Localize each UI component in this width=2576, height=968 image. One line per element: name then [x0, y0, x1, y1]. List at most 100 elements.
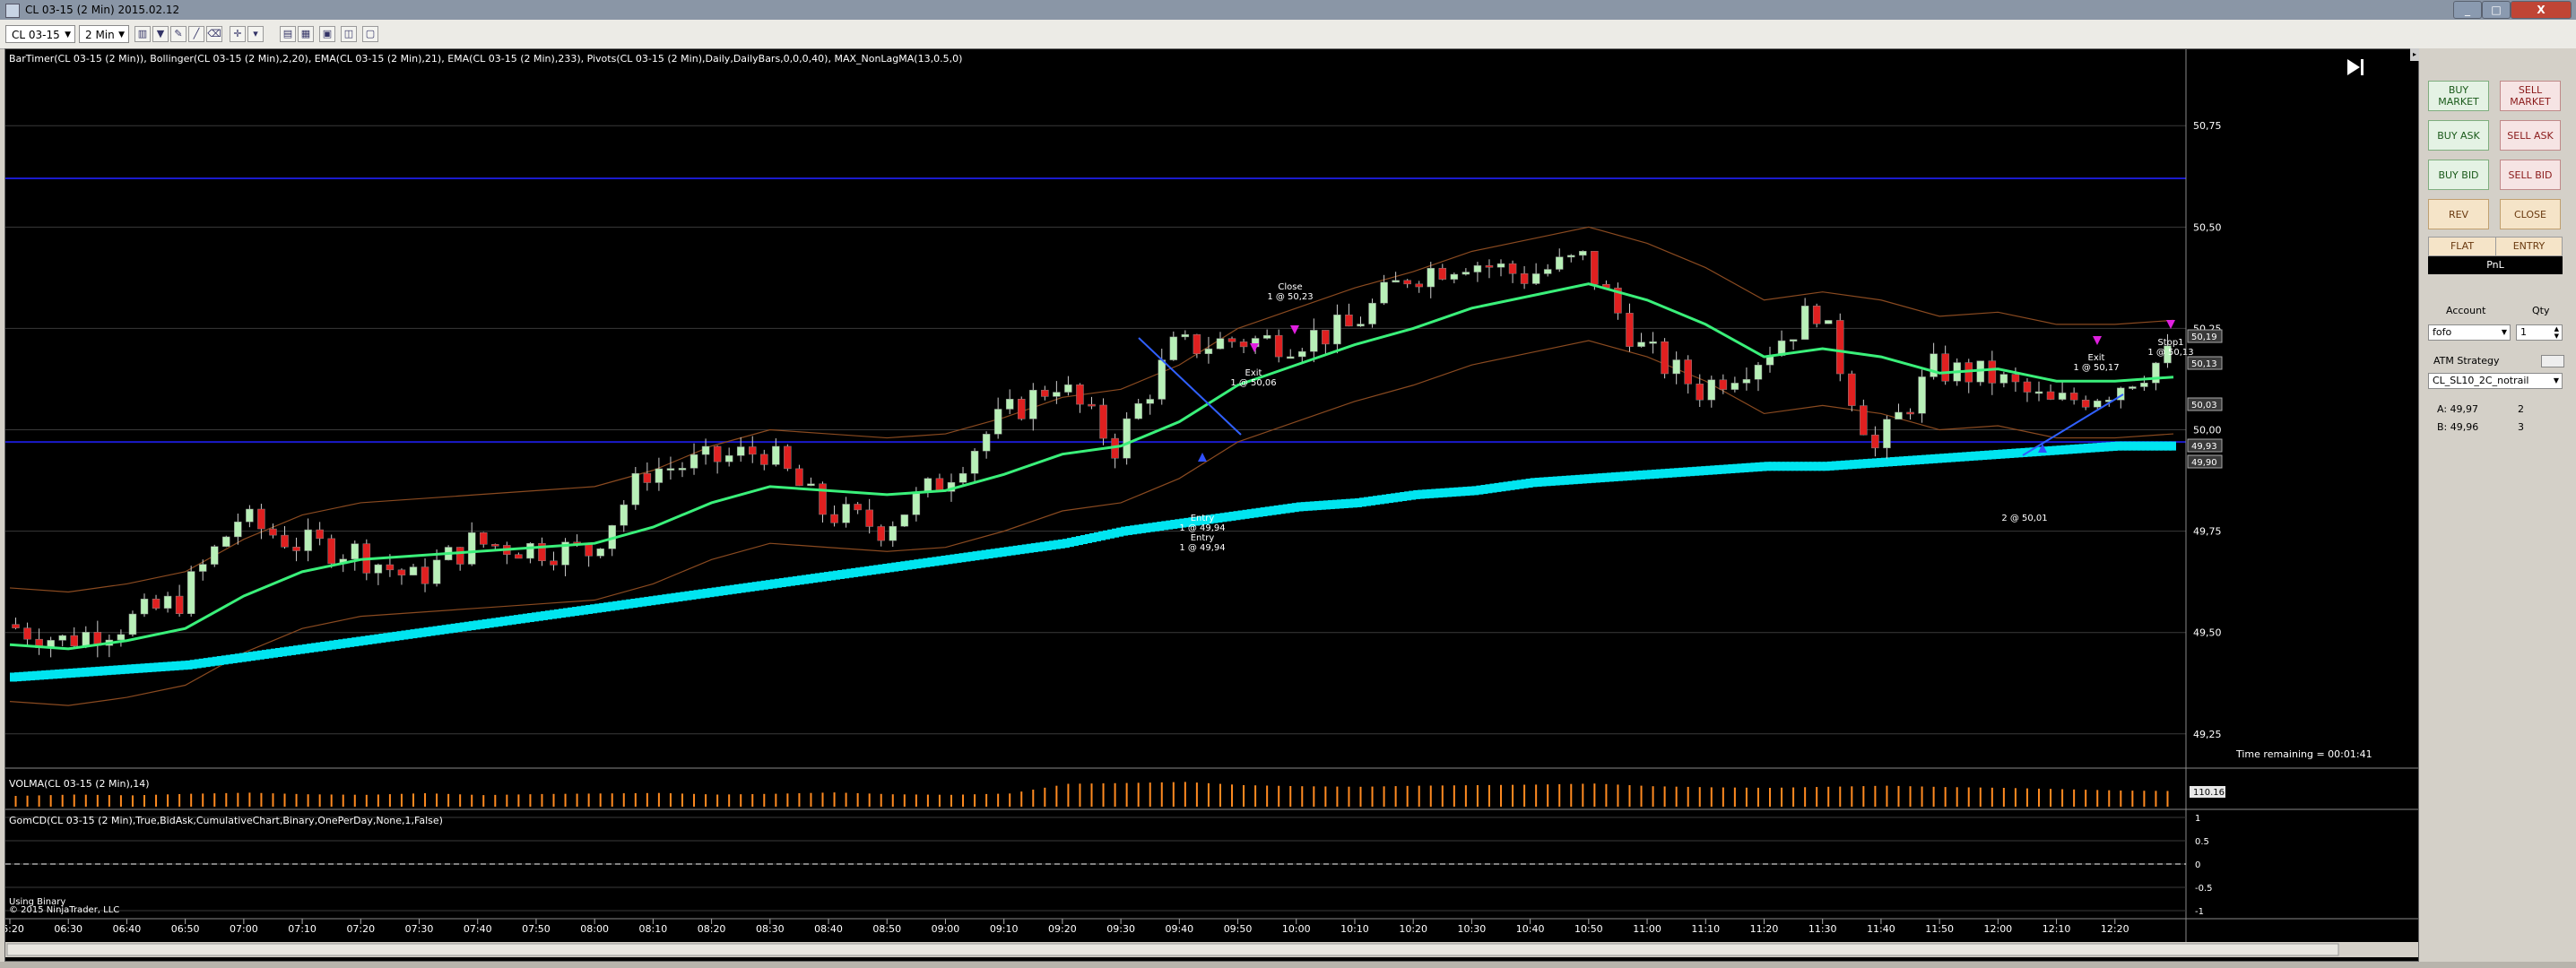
candle-body — [1800, 306, 1809, 341]
price-chart[interactable]: Close1 @ 50,23Exit1 @ 50,06Entry1 @ 49,9… — [5, 49, 2418, 961]
atm-strategy-select[interactable]: CL_SL10_2C_notrail ▼ — [2428, 373, 2563, 389]
volume-bar — [763, 793, 766, 807]
bid-price: B: 49,96 — [2437, 421, 2479, 433]
volume-bar — [1675, 786, 1678, 807]
chevron-down-icon: ▼ — [2553, 376, 2559, 385]
account-select[interactable]: fofo ▼ — [2428, 324, 2511, 341]
candle-body — [163, 595, 172, 609]
time-tick-label: 09:40 — [1165, 923, 1193, 935]
time-tick-label: 07:40 — [464, 923, 492, 935]
candle-body — [480, 532, 488, 545]
volume-bar — [342, 794, 344, 807]
volume-bar — [436, 793, 438, 807]
candle-body — [397, 569, 406, 575]
play-icon[interactable] — [2347, 59, 2364, 75]
candle-body — [690, 454, 698, 469]
candle-body — [1099, 404, 1107, 439]
indicators-icon[interactable]: ▤ — [280, 26, 296, 42]
candle-body — [819, 483, 827, 515]
candle-body — [1123, 418, 1131, 459]
volume-bar — [693, 793, 696, 807]
properties-icon[interactable]: ▣ — [319, 26, 335, 42]
volume-bar — [657, 792, 660, 807]
eraser-icon[interactable]: ⌫ — [206, 26, 222, 42]
buy-market-button[interactable]: BUY MARKET — [2428, 81, 2489, 111]
volume-bar — [248, 792, 251, 807]
bid-size: 3 — [2518, 421, 2524, 433]
time-tick-label: 11:10 — [1691, 923, 1720, 935]
volume-bar — [2038, 788, 2041, 807]
candle-body — [701, 445, 710, 455]
instrument-select[interactable]: CL 03-15 ▼ — [5, 25, 75, 43]
candle-body — [128, 613, 137, 635]
stepper-arrows-icon[interactable]: ▲ ▼ — [2554, 325, 2559, 340]
sell-market-button[interactable]: SELL MARKET — [2500, 81, 2561, 111]
strategies-icon[interactable]: ▦ — [298, 26, 314, 42]
candle-body — [1392, 280, 1400, 283]
candle-body — [1169, 336, 1178, 360]
price-tick-label: 49,50 — [2193, 627, 2222, 639]
volume-bar — [1816, 787, 1818, 807]
close-button[interactable]: X — [2511, 1, 2572, 19]
buy-ask-button[interactable]: BUY ASK — [2428, 120, 2489, 151]
volume-bar — [2131, 791, 2134, 807]
volume-bar — [740, 794, 742, 807]
maximize-button[interactable]: □ — [2482, 1, 2511, 19]
time-tick-label: 11:30 — [1808, 923, 1837, 935]
time-tick-label: 08:40 — [814, 923, 843, 935]
sell-ask-button[interactable]: SELL ASK — [2500, 120, 2561, 151]
candle-body — [1204, 348, 1213, 354]
volume-bar — [810, 792, 812, 807]
volume-bar — [365, 794, 368, 807]
volume-bar — [1897, 785, 1900, 807]
draw-pencil-icon[interactable]: ✎ — [170, 26, 186, 42]
sell-bid-button[interactable]: SELL BID — [2500, 160, 2561, 190]
volume-bar — [1102, 782, 1105, 807]
volume-bar — [155, 794, 158, 807]
time-tick-label: 10:00 — [1282, 923, 1311, 935]
candle-body — [1742, 379, 1751, 384]
time-tick-label: 08:20 — [698, 923, 726, 935]
scrollbar-thumb — [6, 943, 2339, 956]
time-tick-label: 07:50 — [522, 923, 551, 935]
minimize-button[interactable]: _ — [2453, 1, 2482, 19]
close-position-button[interactable]: CLOSE — [2500, 199, 2561, 229]
chart-window[interactable]: Close 1 @ 50,23 Exit 1 @ 50,06 Entry 1 @ 49,9… — [4, 48, 2419, 962]
reverse-button[interactable]: REV — [2428, 199, 2489, 229]
volume-bar — [1617, 784, 1619, 807]
volume-bar — [1219, 783, 1221, 807]
trade-annotation-text: Close — [1278, 282, 1302, 292]
candle-body — [958, 472, 967, 483]
candle-body — [1684, 359, 1692, 385]
chart-style-icon[interactable]: ▼ — [152, 26, 169, 42]
qty-stepper[interactable]: 1 ▲ ▼ — [2516, 324, 2563, 341]
volume-bar — [786, 793, 789, 807]
crosshair-icon[interactable]: ✛ — [230, 26, 246, 42]
trade-annotation-text: Exit — [1245, 368, 1262, 378]
volume-bar — [167, 794, 169, 807]
volume-bar — [1032, 789, 1035, 807]
panel-toggle-icon[interactable]: ▸ — [2410, 48, 2419, 61]
chevron-down-icon[interactable]: ▾ — [247, 26, 264, 42]
candle-body — [596, 548, 604, 557]
volume-bar — [1593, 783, 1596, 807]
interval-select[interactable]: 2 Min ▼ — [79, 25, 129, 43]
data-box-icon[interactable]: ▢ — [362, 26, 378, 42]
candle-body — [186, 571, 195, 614]
status-bar — [0, 962, 2576, 968]
buy-bid-button[interactable]: BUY BID — [2428, 160, 2489, 190]
bars-type-icon[interactable]: ▥ — [134, 26, 151, 42]
candle-body — [655, 468, 664, 483]
order-panel-icon[interactable]: ◫ — [341, 26, 357, 42]
volume-bar — [1429, 785, 1432, 807]
candle-body — [585, 543, 593, 557]
atm-config-button[interactable] — [2541, 355, 2564, 367]
volume-bar — [751, 793, 754, 807]
candle-body — [1988, 360, 1997, 384]
volume-bar — [1512, 784, 1514, 807]
volume-bar — [295, 793, 298, 807]
candle-body — [257, 508, 265, 530]
candle-body — [1871, 434, 1879, 449]
draw-line-icon[interactable]: ╱ — [188, 26, 204, 42]
candle-body — [2140, 382, 2148, 387]
